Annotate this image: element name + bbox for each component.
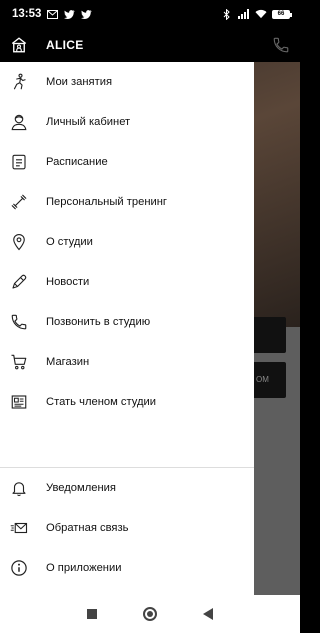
home-icon — [10, 36, 28, 54]
background-button-label: ОМ — [256, 375, 269, 384]
twitter-icon — [63, 8, 75, 20]
drawer-menu-bottom: Уведомления Обратная связь О приложении — [0, 468, 254, 588]
background-button[interactable]: ОМ — [252, 362, 286, 398]
menu-item-label: Обратная связь — [46, 522, 129, 534]
menu-item-news[interactable]: Новости — [0, 262, 254, 302]
drawer-menu: Мои занятия Личный кабинет Расписание Пе… — [0, 62, 254, 422]
location-icon — [10, 233, 28, 251]
status-right: 66 — [221, 8, 292, 20]
menu-item-label: Персональный тренинг — [46, 196, 168, 208]
back-icon[interactable] — [203, 608, 213, 620]
menu-item-label: Личный кабинет — [46, 116, 131, 128]
menu-item-label: О приложении — [46, 562, 122, 574]
menu-item-my-classes[interactable]: Мои занятия — [0, 62, 254, 102]
menu-item-label: О студии — [46, 236, 93, 248]
menu-item-label: Магазин — [46, 356, 90, 368]
membership-icon — [10, 393, 28, 411]
menu-item-label: Новости — [46, 276, 90, 288]
cart-icon — [10, 353, 28, 371]
menu-item-schedule[interactable]: Расписание — [0, 142, 254, 182]
schedule-icon — [10, 153, 28, 171]
phone-icon[interactable] — [272, 36, 290, 54]
status-time: 13:53 — [12, 8, 42, 20]
navigation-drawer: ALICE Мои занятия Личный кабинет Расписа… — [0, 28, 254, 595]
info-icon — [10, 559, 28, 577]
system-nav-bar — [0, 595, 300, 633]
home-button-icon[interactable] — [143, 607, 157, 621]
bluetooth-icon — [221, 8, 233, 20]
menu-item-about-app[interactable]: О приложении — [0, 548, 254, 588]
gmail-icon — [46, 8, 58, 20]
menu-item-label: Стать членом студии — [46, 396, 156, 408]
menu-item-membership[interactable]: Стать членом студии — [0, 382, 254, 422]
menu-item-feedback[interactable]: Обратная связь — [0, 508, 254, 548]
status-bar: 13:53 66 — [0, 0, 300, 28]
runner-icon — [10, 73, 28, 91]
menu-item-shop[interactable]: Магазин — [0, 342, 254, 382]
menu-item-about-studio[interactable]: О студии — [0, 222, 254, 262]
menu-item-label: Позвонить в студию — [46, 316, 151, 328]
signal-icon — [238, 8, 250, 20]
feedback-icon — [10, 519, 28, 537]
dumbbell-icon — [10, 193, 28, 211]
phone-icon — [10, 313, 28, 331]
pen-icon — [10, 273, 28, 291]
drawer-title: ALICE — [46, 38, 84, 52]
status-left: 13:53 — [12, 8, 92, 20]
user-icon — [10, 113, 28, 131]
menu-item-label: Уведомления — [46, 482, 116, 494]
twitter-icon — [80, 8, 92, 20]
menu-item-account[interactable]: Личный кабинет — [0, 102, 254, 142]
menu-item-personal-training[interactable]: Персональный тренинг — [0, 182, 254, 222]
wifi-icon — [255, 8, 267, 20]
battery-icon: 66 — [272, 9, 292, 19]
background-button[interactable] — [252, 317, 286, 353]
menu-item-label: Мои занятия — [46, 76, 113, 88]
menu-item-call-studio[interactable]: Позвонить в студию — [0, 302, 254, 342]
menu-item-notifications[interactable]: Уведомления — [0, 468, 254, 508]
menu-item-label: Расписание — [46, 156, 108, 168]
bell-icon — [10, 479, 28, 497]
recents-icon[interactable] — [87, 609, 97, 619]
drawer-header: ALICE — [0, 28, 254, 62]
